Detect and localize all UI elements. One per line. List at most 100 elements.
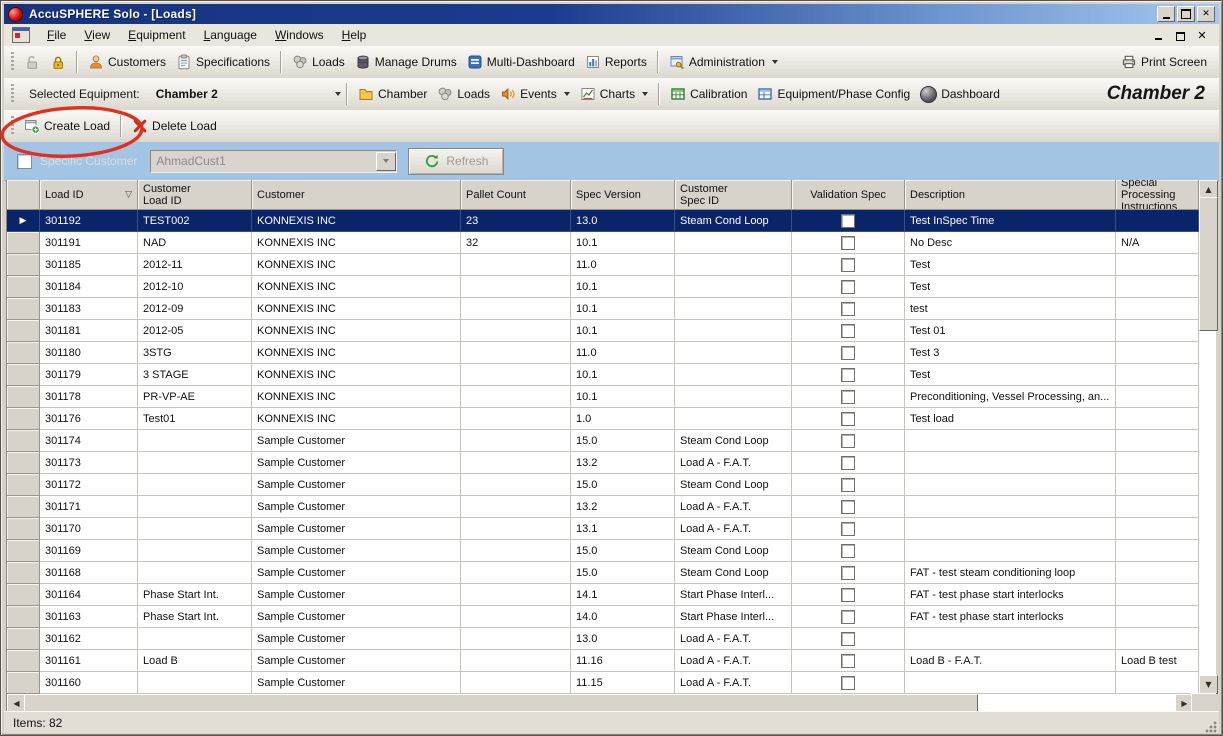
table-row[interactable]: ▶ 301171 Sample Customer 13.2 Load A - F… <box>7 496 1199 518</box>
row-selector[interactable]: ▶ <box>7 540 40 562</box>
cell-spec-version[interactable]: 10.1 <box>571 276 675 298</box>
header-validation-spec[interactable]: Validation Spec <box>792 180 905 210</box>
unlock-button[interactable] <box>19 51 45 73</box>
cell-customer-load-id[interactable]: 2012-10 <box>138 276 252 298</box>
cell-customer-spec-id[interactable]: Load A - F.A.T. <box>675 672 792 694</box>
cell-load-id[interactable]: 301162 <box>40 628 138 650</box>
cell-special-instructions[interactable]: Load B test <box>1116 650 1199 672</box>
cell-customer-load-id[interactable] <box>138 518 252 540</box>
cell-load-id[interactable]: 301161 <box>40 650 138 672</box>
cell-customer-spec-id[interactable]: Start Phase Interl... <box>675 606 792 628</box>
cell-description[interactable] <box>905 672 1116 694</box>
cell-special-instructions[interactable] <box>1116 474 1199 496</box>
multi-dashboard-button[interactable]: Multi-Dashboard <box>462 51 580 73</box>
header-load-id[interactable]: Load ID▽ <box>40 180 138 210</box>
cell-customer-spec-id[interactable]: Steam Cond Loop <box>675 210 792 232</box>
cell-spec-version[interactable]: 11.0 <box>571 254 675 276</box>
cell-validation-spec[interactable] <box>792 562 905 584</box>
cell-validation-spec[interactable] <box>792 606 905 628</box>
toolbar-grip[interactable] <box>11 116 14 136</box>
row-selector[interactable]: ▶ <box>7 606 40 628</box>
cell-special-instructions[interactable] <box>1116 606 1199 628</box>
cell-load-id[interactable]: 301191 <box>40 232 138 254</box>
cell-load-id[interactable]: 301163 <box>40 606 138 628</box>
cell-spec-version[interactable]: 13.1 <box>571 518 675 540</box>
minimize-button[interactable] <box>1157 6 1175 22</box>
table-row[interactable]: ▶ 301192 TEST002 KONNEXIS INC 23 13.0 St… <box>7 210 1199 232</box>
cell-customer-spec-id[interactable] <box>675 342 792 364</box>
cell-customer[interactable]: KONNEXIS INC <box>252 408 461 430</box>
vertical-scrollbar[interactable]: ▲ ▼ <box>1199 180 1216 694</box>
row-selector[interactable]: ▶ <box>7 452 40 474</box>
table-row[interactable]: ▶ 301162 Sample Customer 13.0 Load A - F… <box>7 628 1199 650</box>
validation-spec-checkbox[interactable] <box>841 434 855 448</box>
cell-description[interactable] <box>905 518 1116 540</box>
cell-customer-load-id[interactable] <box>138 672 252 694</box>
cell-spec-version[interactable]: 14.0 <box>571 606 675 628</box>
cell-customer-spec-id[interactable]: Load A - F.A.T. <box>675 452 792 474</box>
cell-customer-load-id[interactable]: Test01 <box>138 408 252 430</box>
delete-load-button[interactable]: Delete Load <box>127 115 222 137</box>
table-row[interactable]: ▶ 301183 2012-09 KONNEXIS INC 10.1 test <box>7 298 1199 320</box>
cell-spec-version[interactable]: 13.2 <box>571 496 675 518</box>
cell-validation-spec[interactable] <box>792 408 905 430</box>
events-button[interactable]: Events <box>495 83 575 105</box>
dashboard-button[interactable]: Dashboard <box>915 83 1005 106</box>
cell-customer[interactable]: Sample Customer <box>252 474 461 496</box>
cell-pallet-count[interactable] <box>461 606 571 628</box>
cell-pallet-count[interactable] <box>461 496 571 518</box>
cell-customer-spec-id[interactable] <box>675 386 792 408</box>
cell-special-instructions[interactable] <box>1116 430 1199 452</box>
cell-special-instructions[interactable] <box>1116 496 1199 518</box>
cell-customer[interactable]: KONNEXIS INC <box>252 232 461 254</box>
cell-special-instructions[interactable] <box>1116 518 1199 540</box>
cell-special-instructions[interactable] <box>1116 386 1199 408</box>
scroll-down-button[interactable]: ▼ <box>1199 675 1218 694</box>
vertical-scroll-thumb[interactable] <box>1199 197 1218 331</box>
header-customer[interactable]: Customer <box>252 180 461 210</box>
cell-special-instructions[interactable] <box>1116 628 1199 650</box>
cell-spec-version[interactable]: 10.1 <box>571 364 675 386</box>
row-selector[interactable]: ▶ <box>7 518 40 540</box>
cell-validation-spec[interactable] <box>792 232 905 254</box>
validation-spec-checkbox[interactable] <box>841 500 855 514</box>
cell-validation-spec[interactable] <box>792 672 905 694</box>
cell-special-instructions[interactable] <box>1116 342 1199 364</box>
cell-validation-spec[interactable] <box>792 320 905 342</box>
cell-description[interactable]: Test <box>905 254 1116 276</box>
cell-spec-version[interactable]: 1.0 <box>571 408 675 430</box>
cell-special-instructions[interactable] <box>1116 584 1199 606</box>
cell-load-id[interactable]: 301172 <box>40 474 138 496</box>
row-selector[interactable]: ▶ <box>7 342 40 364</box>
validation-spec-checkbox[interactable] <box>841 632 855 646</box>
validation-spec-checkbox[interactable] <box>841 654 855 668</box>
cell-load-id[interactable]: 301185 <box>40 254 138 276</box>
mdi-minimize-button[interactable] <box>1151 29 1165 41</box>
cell-load-id[interactable]: 301164 <box>40 584 138 606</box>
header-description[interactable]: Description <box>905 180 1116 210</box>
cell-description[interactable] <box>905 452 1116 474</box>
cell-pallet-count[interactable] <box>461 320 571 342</box>
cell-pallet-count[interactable] <box>461 342 571 364</box>
cell-load-id[interactable]: 301192 <box>40 210 138 232</box>
cell-customer-load-id[interactable]: NAD <box>138 232 252 254</box>
cell-description[interactable]: Test <box>905 364 1116 386</box>
close-button[interactable]: ✕ <box>1197 6 1215 22</box>
cell-pallet-count[interactable] <box>461 672 571 694</box>
cell-description[interactable] <box>905 474 1116 496</box>
cell-validation-spec[interactable] <box>792 496 905 518</box>
cell-description[interactable]: Test load <box>905 408 1116 430</box>
cell-special-instructions[interactable] <box>1116 298 1199 320</box>
cell-customer-spec-id[interactable] <box>675 254 792 276</box>
cell-description[interactable]: FAT - test steam conditioning loop <box>905 562 1116 584</box>
cell-spec-version[interactable]: 10.1 <box>571 232 675 254</box>
row-selector[interactable]: ▶ <box>7 430 40 452</box>
cell-customer-spec-id[interactable] <box>675 298 792 320</box>
cell-customer-spec-id[interactable]: Load A - F.A.T. <box>675 650 792 672</box>
cell-description[interactable]: Load B - F.A.T. <box>905 650 1116 672</box>
table-row[interactable]: ▶ 301164 Phase Start Int. Sample Custome… <box>7 584 1199 606</box>
cell-pallet-count[interactable] <box>461 430 571 452</box>
menu-item-equipment[interactable]: Equipment <box>119 25 194 45</box>
cell-customer-load-id[interactable] <box>138 562 252 584</box>
cell-customer-load-id[interactable] <box>138 496 252 518</box>
